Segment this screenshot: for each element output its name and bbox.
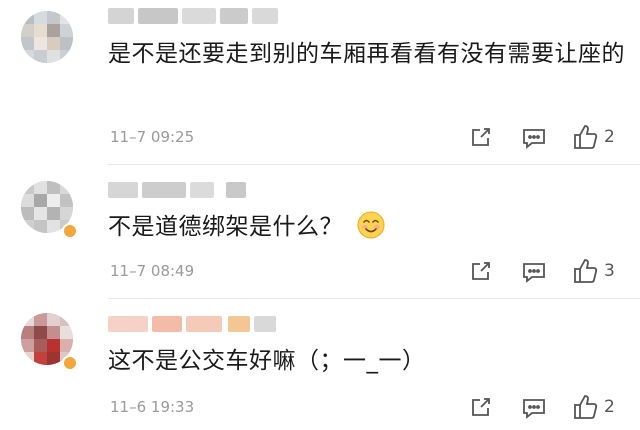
- thumbs-up-icon[interactable]: [572, 123, 598, 151]
- comment-text-body: 不是道德绑架是什么？: [108, 214, 343, 240]
- username-blurred[interactable]: [108, 182, 248, 198]
- reply-icon[interactable]: [521, 126, 547, 150]
- comment-item: 不是道德绑架是什么？ 11–7 08:49 3: [0, 165, 640, 297]
- timestamp: 11–6 19:33: [110, 398, 195, 416]
- comment-text: 不是道德绑架是什么？: [108, 208, 628, 246]
- comment-text: 这不是公交车好嘛（；一_一）: [108, 348, 426, 374]
- like-count: 2: [604, 127, 615, 147]
- comment-item: 这不是公交车好嘛（；一_一） 11–6 19:33 2: [0, 299, 640, 430]
- comment-text: 是不是还要走到别的车厢再看看有没有需要让座的: [108, 41, 625, 67]
- reply-icon[interactable]: [521, 260, 547, 284]
- avatar[interactable]: [21, 11, 73, 63]
- timestamp: 11–7 08:49: [110, 262, 195, 280]
- thumbs-up-icon[interactable]: [572, 393, 598, 421]
- smiling-face-emoji: [357, 211, 385, 239]
- username-blurred[interactable]: [108, 316, 278, 332]
- like-count: 3: [604, 261, 615, 281]
- comment-item: 是不是还要走到别的车厢再看看有没有需要让座的 11–7 09:25 2: [0, 0, 640, 165]
- share-icon[interactable]: [468, 126, 492, 150]
- like-count: 2: [604, 397, 615, 417]
- share-icon[interactable]: [468, 396, 492, 420]
- thumbs-up-icon[interactable]: [572, 257, 598, 285]
- verified-badge-icon: [62, 223, 78, 239]
- username-blurred[interactable]: [108, 8, 278, 24]
- reply-icon[interactable]: [521, 396, 547, 420]
- timestamp: 11–7 09:25: [110, 128, 195, 146]
- share-icon[interactable]: [468, 260, 492, 284]
- verified-badge-icon: [62, 355, 78, 371]
